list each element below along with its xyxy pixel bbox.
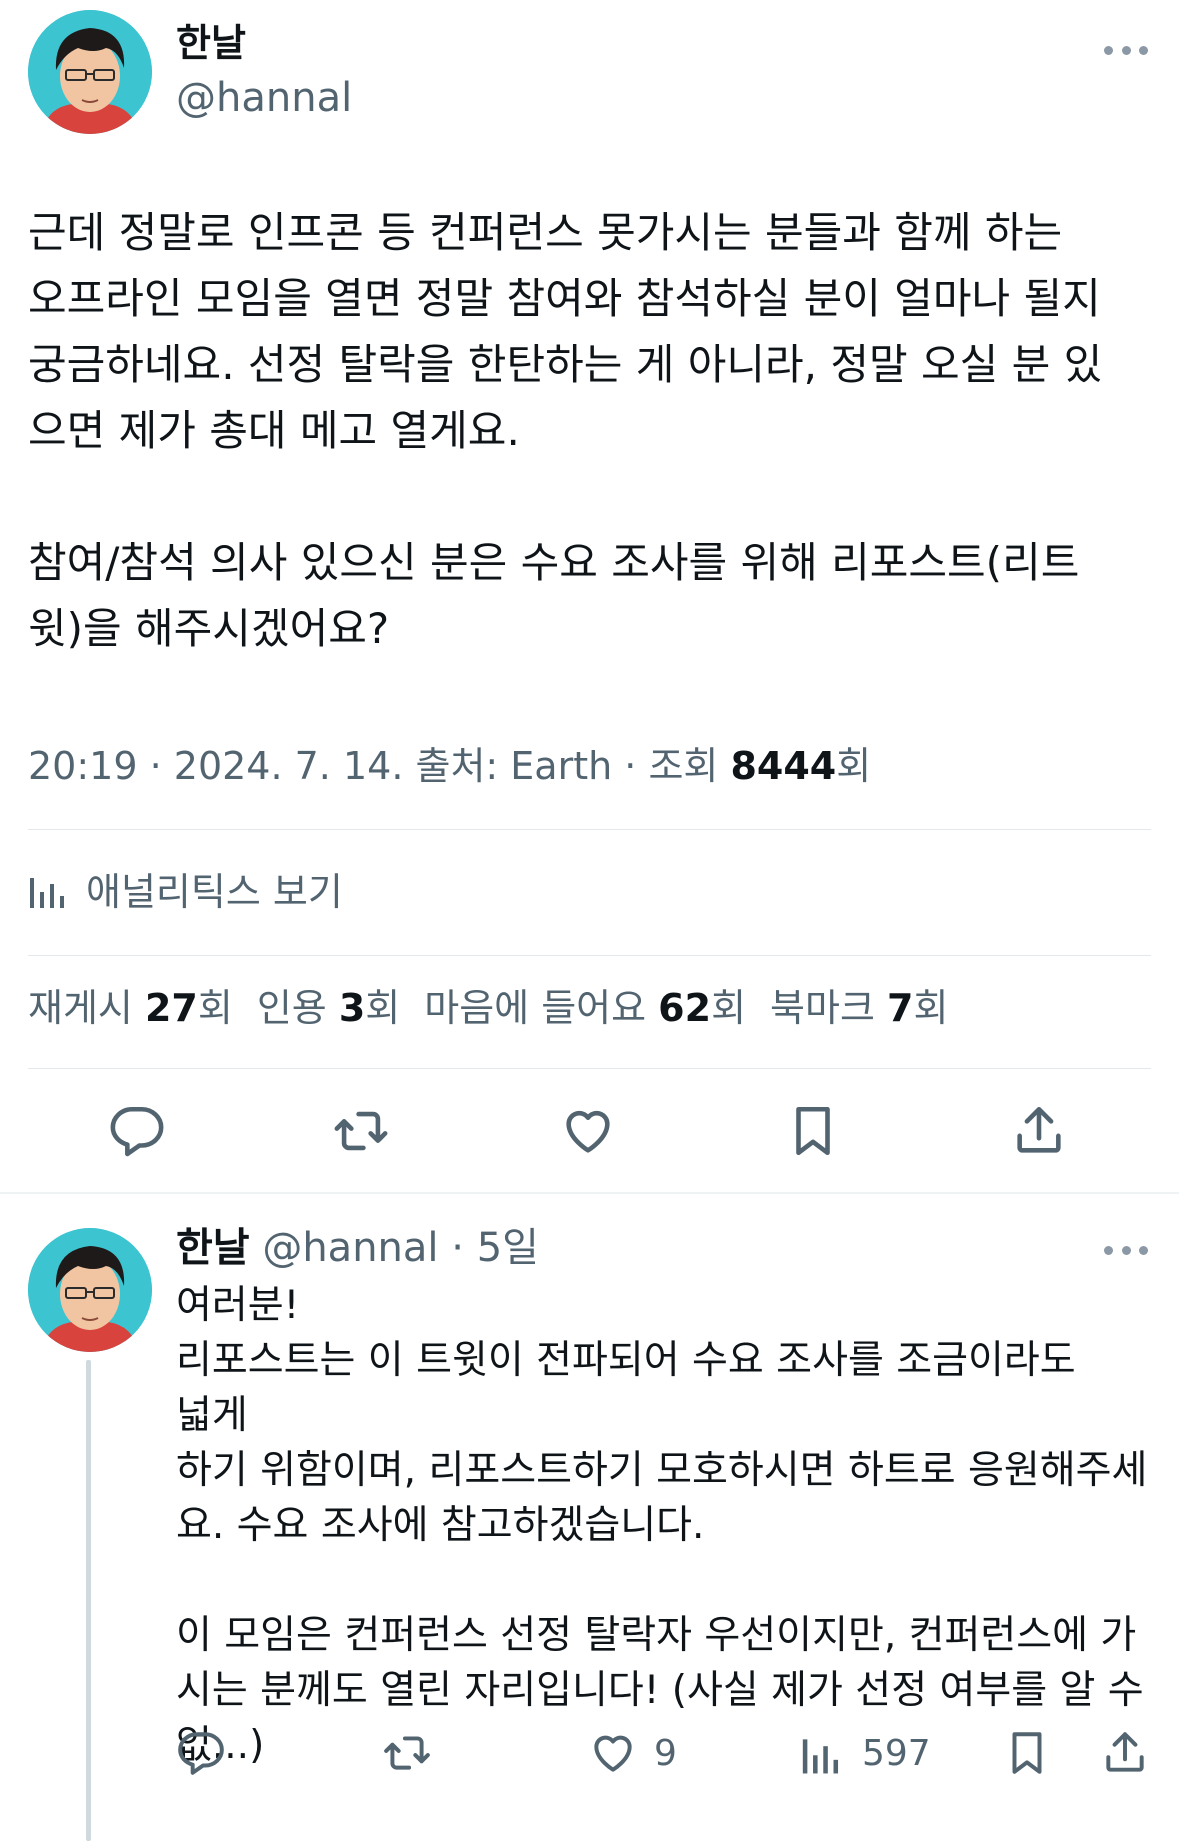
- divider: [28, 829, 1151, 830]
- share-icon: [1106, 1732, 1144, 1772]
- analytics-label: 애널리틱스 보기: [86, 869, 343, 914]
- header-separator: ·: [438, 1225, 477, 1271]
- user-handle[interactable]: @hannal: [262, 1225, 438, 1271]
- likes-count: 62: [658, 986, 712, 1030]
- likes-count: 9: [654, 1732, 677, 1774]
- views-count: 597: [862, 1732, 931, 1774]
- like-button[interactable]: [559, 1102, 617, 1160]
- quotes-count: 3: [338, 986, 366, 1030]
- divider: [28, 955, 1151, 956]
- reposts-label: 재게시: [28, 986, 145, 1030]
- share-button[interactable]: [1100, 1728, 1150, 1778]
- display-name[interactable]: 한날: [176, 1225, 250, 1271]
- like-icon: [566, 1110, 610, 1153]
- quotes-label: 인용: [256, 986, 339, 1030]
- divider: [0, 1192, 1179, 1194]
- quotes-stat[interactable]: 인용 3회: [257, 986, 400, 1030]
- repost-icon: [334, 1111, 388, 1151]
- analytics-button[interactable]: 597: [796, 1728, 931, 1778]
- reply-header: 한날 @hannal · 5일: [176, 1222, 539, 1274]
- like-button[interactable]: 9: [588, 1728, 677, 1778]
- share-icon: [1017, 1106, 1061, 1153]
- bookmark-icon: [1012, 1732, 1042, 1774]
- reply-text: 여러분! 리포스트는 이 트윗이 전파되어 수요 조사를 조금이라도 넓게 하기…: [176, 1283, 1148, 1768]
- display-name[interactable]: 한날: [176, 20, 246, 66]
- more-options-icon[interactable]: [1104, 40, 1148, 60]
- tweet-date[interactable]: 2024. 7. 14.: [174, 744, 404, 788]
- reposts-unit: 회: [197, 986, 233, 1030]
- source-value: Earth: [510, 744, 613, 788]
- tweet-time[interactable]: 20:19: [28, 744, 138, 788]
- likes-stat[interactable]: 마음에 들어요 62회: [424, 986, 746, 1030]
- views-count: 8444: [730, 744, 837, 788]
- analytics-icon: [30, 878, 64, 908]
- user-handle[interactable]: @hannal: [176, 74, 352, 122]
- views-unit: 회: [836, 744, 872, 788]
- repost-icon: [384, 1736, 430, 1770]
- bookmarks-label: 북마크: [770, 986, 887, 1030]
- source-label: 출처:: [403, 744, 511, 788]
- meta-separator: ·: [612, 744, 649, 788]
- meta-separator: ·: [137, 744, 174, 788]
- reposts-count: 27: [144, 986, 198, 1030]
- bookmark-icon: [796, 1106, 830, 1156]
- reposts-stat[interactable]: 재게시 27회: [28, 986, 233, 1030]
- likes-unit: 회: [711, 986, 747, 1030]
- bookmark-button[interactable]: [1002, 1728, 1052, 1778]
- avatar-illustration: [28, 1228, 152, 1352]
- reply-icon: [110, 1106, 164, 1157]
- likes-label: 마음에 들어요: [424, 986, 659, 1030]
- reply-time[interactable]: 5일: [477, 1225, 539, 1271]
- like-icon: [594, 1735, 632, 1772]
- avatar[interactable]: [28, 1228, 152, 1352]
- reply-button[interactable]: [176, 1728, 226, 1778]
- view-analytics-button[interactable]: 애널리틱스 보기: [28, 860, 343, 916]
- repost-button[interactable]: [382, 1728, 432, 1778]
- analytics-icon: [802, 1739, 839, 1774]
- tweet-meta: 20:19 · 2024. 7. 14. 출처: Earth · 조회 8444…: [28, 742, 871, 790]
- tweet-text: 근데 정말로 인프콘 등 컨퍼런스 못가시는 분들과 함께 하는 오프라인 모임…: [28, 208, 1103, 653]
- thread-line: [86, 1360, 91, 1841]
- divider: [28, 1068, 1151, 1069]
- bookmarks-unit: 회: [913, 986, 949, 1030]
- repost-button[interactable]: [332, 1102, 390, 1160]
- more-options-icon[interactable]: [1104, 1240, 1148, 1260]
- reply-button[interactable]: [108, 1102, 166, 1160]
- engagement-stats: 재게시 27회 인용 3회 마음에 들어요 62회 북마크 7회: [28, 983, 972, 1033]
- bookmarks-count: 7: [887, 986, 914, 1030]
- share-button[interactable]: [1010, 1102, 1068, 1160]
- views-label: 조회: [648, 744, 731, 788]
- bookmarks-stat[interactable]: 북마크 7회: [770, 986, 948, 1030]
- avatar[interactable]: [28, 10, 152, 134]
- quotes-unit: 회: [365, 986, 401, 1030]
- avatar-illustration: [28, 10, 152, 134]
- bookmark-button[interactable]: [784, 1102, 842, 1160]
- reply-icon: [178, 1732, 224, 1775]
